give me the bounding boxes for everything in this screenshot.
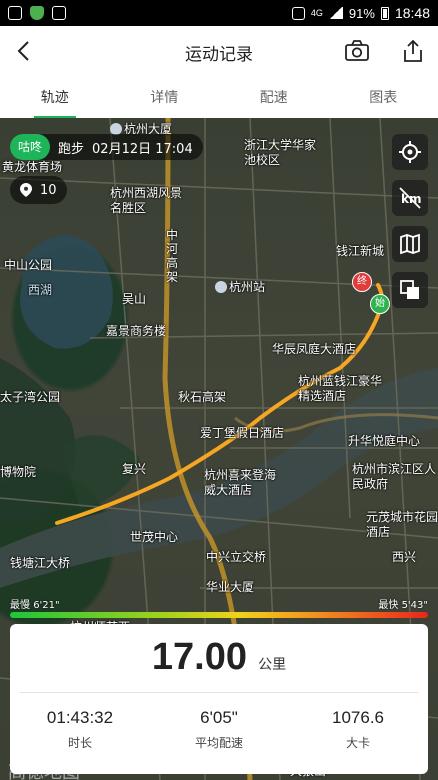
tab-details[interactable]: 详情 xyxy=(110,78,220,118)
camera-icon[interactable] xyxy=(344,38,370,64)
share-icon[interactable] xyxy=(400,38,426,64)
slowest-pace-label: 最慢 6'21" xyxy=(10,596,60,611)
tab-charts[interactable]: 图表 xyxy=(329,78,438,118)
map-label: 杭州蓝钱江豪华精选酒店 xyxy=(298,374,383,403)
slowest-label-text: 最慢 xyxy=(10,600,30,611)
map-label: 西兴 xyxy=(392,550,417,564)
map-type-button[interactable] xyxy=(392,226,428,262)
map-label: 博物院 xyxy=(0,465,37,479)
map-label: 杭州站 xyxy=(229,280,266,294)
duration-value: 01:43:32 xyxy=(46,708,114,727)
fastest-label-text: 最快 xyxy=(378,600,399,611)
map-label: 杭州市滨江区人民政府 xyxy=(352,462,437,491)
locate-icon xyxy=(399,141,421,163)
distance-row: 17.00 公里 xyxy=(10,636,428,679)
app-badge: 咕咚 xyxy=(10,134,51,160)
map-label: 浙江大学华家池校区 xyxy=(244,138,317,167)
image-icon xyxy=(52,6,66,20)
map-label: 中河高架 xyxy=(166,228,179,284)
start-marker: 始 xyxy=(370,294,390,314)
tab-track[interactable]: 轨迹 xyxy=(0,78,110,118)
map-label: 中山公园 xyxy=(4,258,53,272)
calories-label: 大卡 xyxy=(345,736,370,750)
nfc-icon xyxy=(291,6,305,20)
map-label: 世茂中心 xyxy=(130,530,179,544)
map-label: 升华悦庭中心 xyxy=(348,434,421,448)
map-label: 杭州喜来登海威大酒店 xyxy=(204,468,277,497)
map-label: 华辰凤庭大酒店 xyxy=(272,342,357,356)
run-type: 跑步 xyxy=(58,141,85,157)
network-type: 4G xyxy=(310,8,323,18)
photo-count: 10 xyxy=(40,182,57,198)
map-label: 钱江新城 xyxy=(336,244,385,258)
shield-icon xyxy=(30,6,44,20)
layers-icon xyxy=(400,280,419,299)
battery-icon xyxy=(380,6,389,20)
map-label: 秋石高架 xyxy=(178,390,227,404)
map-label: 华业大厦 xyxy=(206,580,255,594)
photo-pins-button[interactable]: 10 xyxy=(10,176,67,204)
calories-stat: 1076.6 大卡 xyxy=(298,708,418,751)
map-label: 钱塘江大桥 xyxy=(10,556,71,570)
app-header: 运动记录 xyxy=(0,26,438,78)
map-label: 黄龙体育场 xyxy=(2,160,63,174)
map-label: 嘉景商务楼 xyxy=(106,324,167,338)
stats-card: 17.00 公里 01:43:32 时长 6'05" 平均配速 1076.6 大… xyxy=(10,624,428,774)
pace-gradient-bar xyxy=(10,612,428,618)
notification-icon xyxy=(8,6,22,20)
duration-label: 时长 xyxy=(67,736,92,750)
map-label: 太子湾公园 xyxy=(0,390,61,404)
map-label: 吴山 xyxy=(122,292,147,306)
run-date: 02月12日 17:04 xyxy=(92,141,193,157)
avg-pace-label: 平均配速 xyxy=(194,736,243,750)
tab-pace[interactable]: 配速 xyxy=(219,78,329,118)
back-icon[interactable] xyxy=(12,38,38,64)
location-pin-icon xyxy=(20,183,32,197)
map-icon xyxy=(400,233,420,255)
end-marker: 终 xyxy=(352,272,372,292)
fastest-pace-label: 最快 5'43" xyxy=(378,596,428,611)
tab-bar: 轨迹 详情 配速 图表 xyxy=(0,78,438,119)
clock: 18:48 xyxy=(394,5,430,21)
run-info-chip: 咕咚 跑步 02月12日 17:04 xyxy=(10,134,203,160)
km-markers-button[interactable]: km xyxy=(392,180,428,216)
locate-button[interactable] xyxy=(392,134,428,170)
divider xyxy=(20,692,418,693)
distance-value: 17.00 xyxy=(151,636,247,678)
fastest-pace-value: 5'43" xyxy=(401,600,428,611)
battery-level: 91% xyxy=(348,5,375,21)
map-label: 复兴 xyxy=(122,462,147,476)
km-icon: km xyxy=(399,187,421,209)
layers-button[interactable] xyxy=(392,272,428,308)
slowest-pace-value: 6'21" xyxy=(33,600,60,611)
map-label: 中兴立交桥 xyxy=(206,550,267,564)
distance-unit: 公里 xyxy=(258,657,287,673)
duration-stat: 01:43:32 时长 xyxy=(20,708,140,751)
map-label: 杭州西湖风景名胜区 xyxy=(110,186,183,215)
map-label: 爱丁堡假日酒店 xyxy=(200,426,285,440)
signal-icon xyxy=(328,7,343,19)
avg-pace-stat: 6'05" 平均配速 xyxy=(159,708,279,751)
status-bar: 4G 91% 18:48 xyxy=(0,0,438,26)
avg-pace-value: 6'05" xyxy=(200,708,238,727)
map-label: 西湖 xyxy=(28,283,53,297)
map-label: 元茂城市花园酒店 xyxy=(366,510,438,539)
calories-value: 1076.6 xyxy=(332,708,384,727)
page-title: 运动记录 xyxy=(185,44,253,65)
